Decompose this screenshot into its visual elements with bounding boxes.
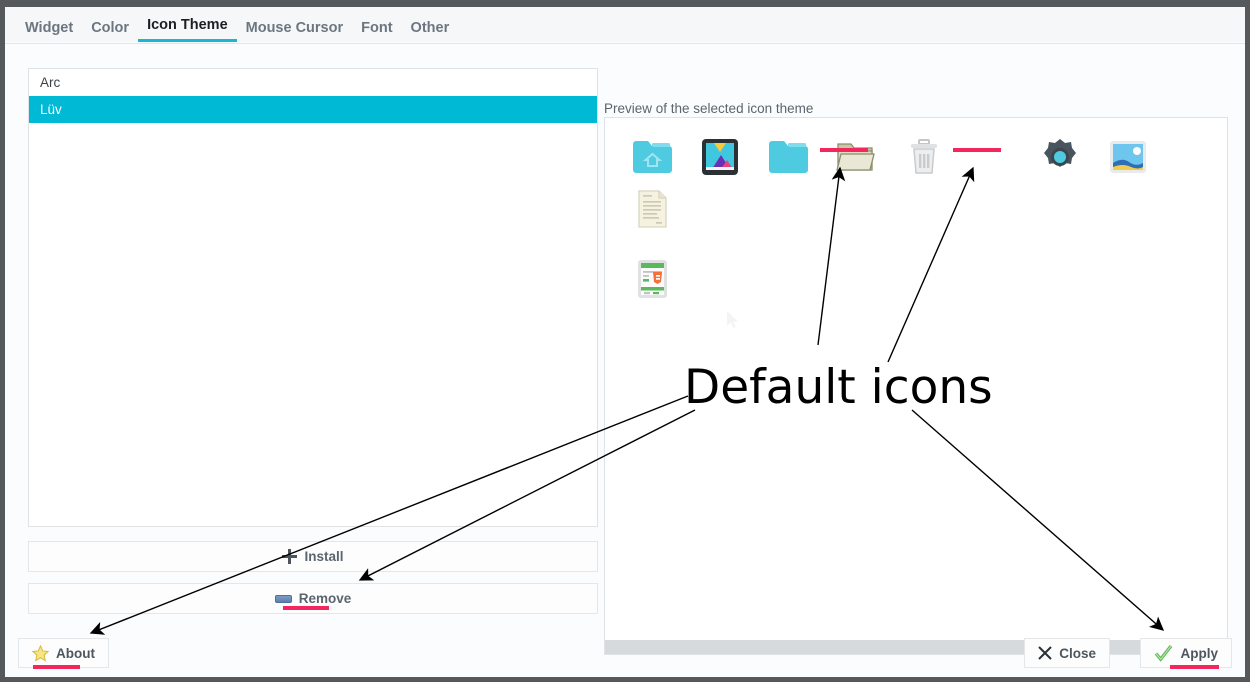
remove-button-label: Remove: [298, 591, 352, 606]
tab-icon-theme[interactable]: Icon Theme: [138, 17, 237, 42]
photo-image-icon: [1094, 131, 1162, 183]
trash-icon: [890, 131, 958, 183]
install-button[interactable]: Install: [28, 541, 598, 572]
about-button-label: About: [56, 645, 95, 661]
folder-icon: [754, 131, 822, 183]
remove-button[interactable]: Remove: [28, 583, 598, 614]
text-document-icon: [618, 183, 686, 235]
missing-icon: [958, 131, 1026, 183]
tab-bar: Widget Color Icon Theme Mouse Cursor Fon…: [5, 7, 1245, 42]
plus-icon: [282, 549, 298, 564]
icon-preview-panel: [604, 117, 1228, 655]
html-document-icon: [618, 253, 686, 305]
settings-gear-icon: [1026, 131, 1094, 183]
tab-mouse-cursor[interactable]: Mouse Cursor: [237, 20, 353, 43]
open-folder-icon: [822, 131, 890, 183]
user-home-folder-icon: [618, 131, 686, 183]
list-item-arc[interactable]: Arc: [29, 69, 597, 96]
minus-icon: [274, 594, 292, 603]
preview-label: Preview of the selected icon theme: [604, 101, 814, 116]
wallpaper-image-icon: [686, 131, 754, 183]
tab-other[interactable]: Other: [402, 20, 459, 43]
check-icon: [1155, 644, 1173, 662]
apply-button-label: Apply: [1180, 645, 1218, 661]
window-body: Widget Color Icon Theme Mouse Cursor Fon…: [5, 7, 1245, 677]
dialog-footer: About Close Apply: [5, 631, 1245, 677]
close-button-label: Close: [1059, 645, 1096, 661]
install-button-label: Install: [304, 549, 344, 564]
tab-widget[interactable]: Widget: [16, 20, 82, 43]
star-icon: [32, 644, 49, 662]
icon-theme-list[interactable]: Arc Lüv: [28, 68, 598, 527]
about-button[interactable]: About: [18, 638, 109, 668]
content-area: Arc Lüv Install Remove Preview of the se…: [5, 43, 1245, 677]
preferences-window: Widget Color Icon Theme Mouse Cursor Fon…: [0, 0, 1250, 682]
tab-color[interactable]: Color: [82, 20, 138, 43]
apply-button[interactable]: Apply: [1140, 638, 1232, 668]
list-item-luv[interactable]: Lüv: [29, 96, 597, 123]
x-icon: [1038, 646, 1052, 660]
icon-preview-grid: [605, 118, 1227, 298]
tab-font[interactable]: Font: [352, 20, 401, 43]
close-button[interactable]: Close: [1024, 638, 1110, 668]
